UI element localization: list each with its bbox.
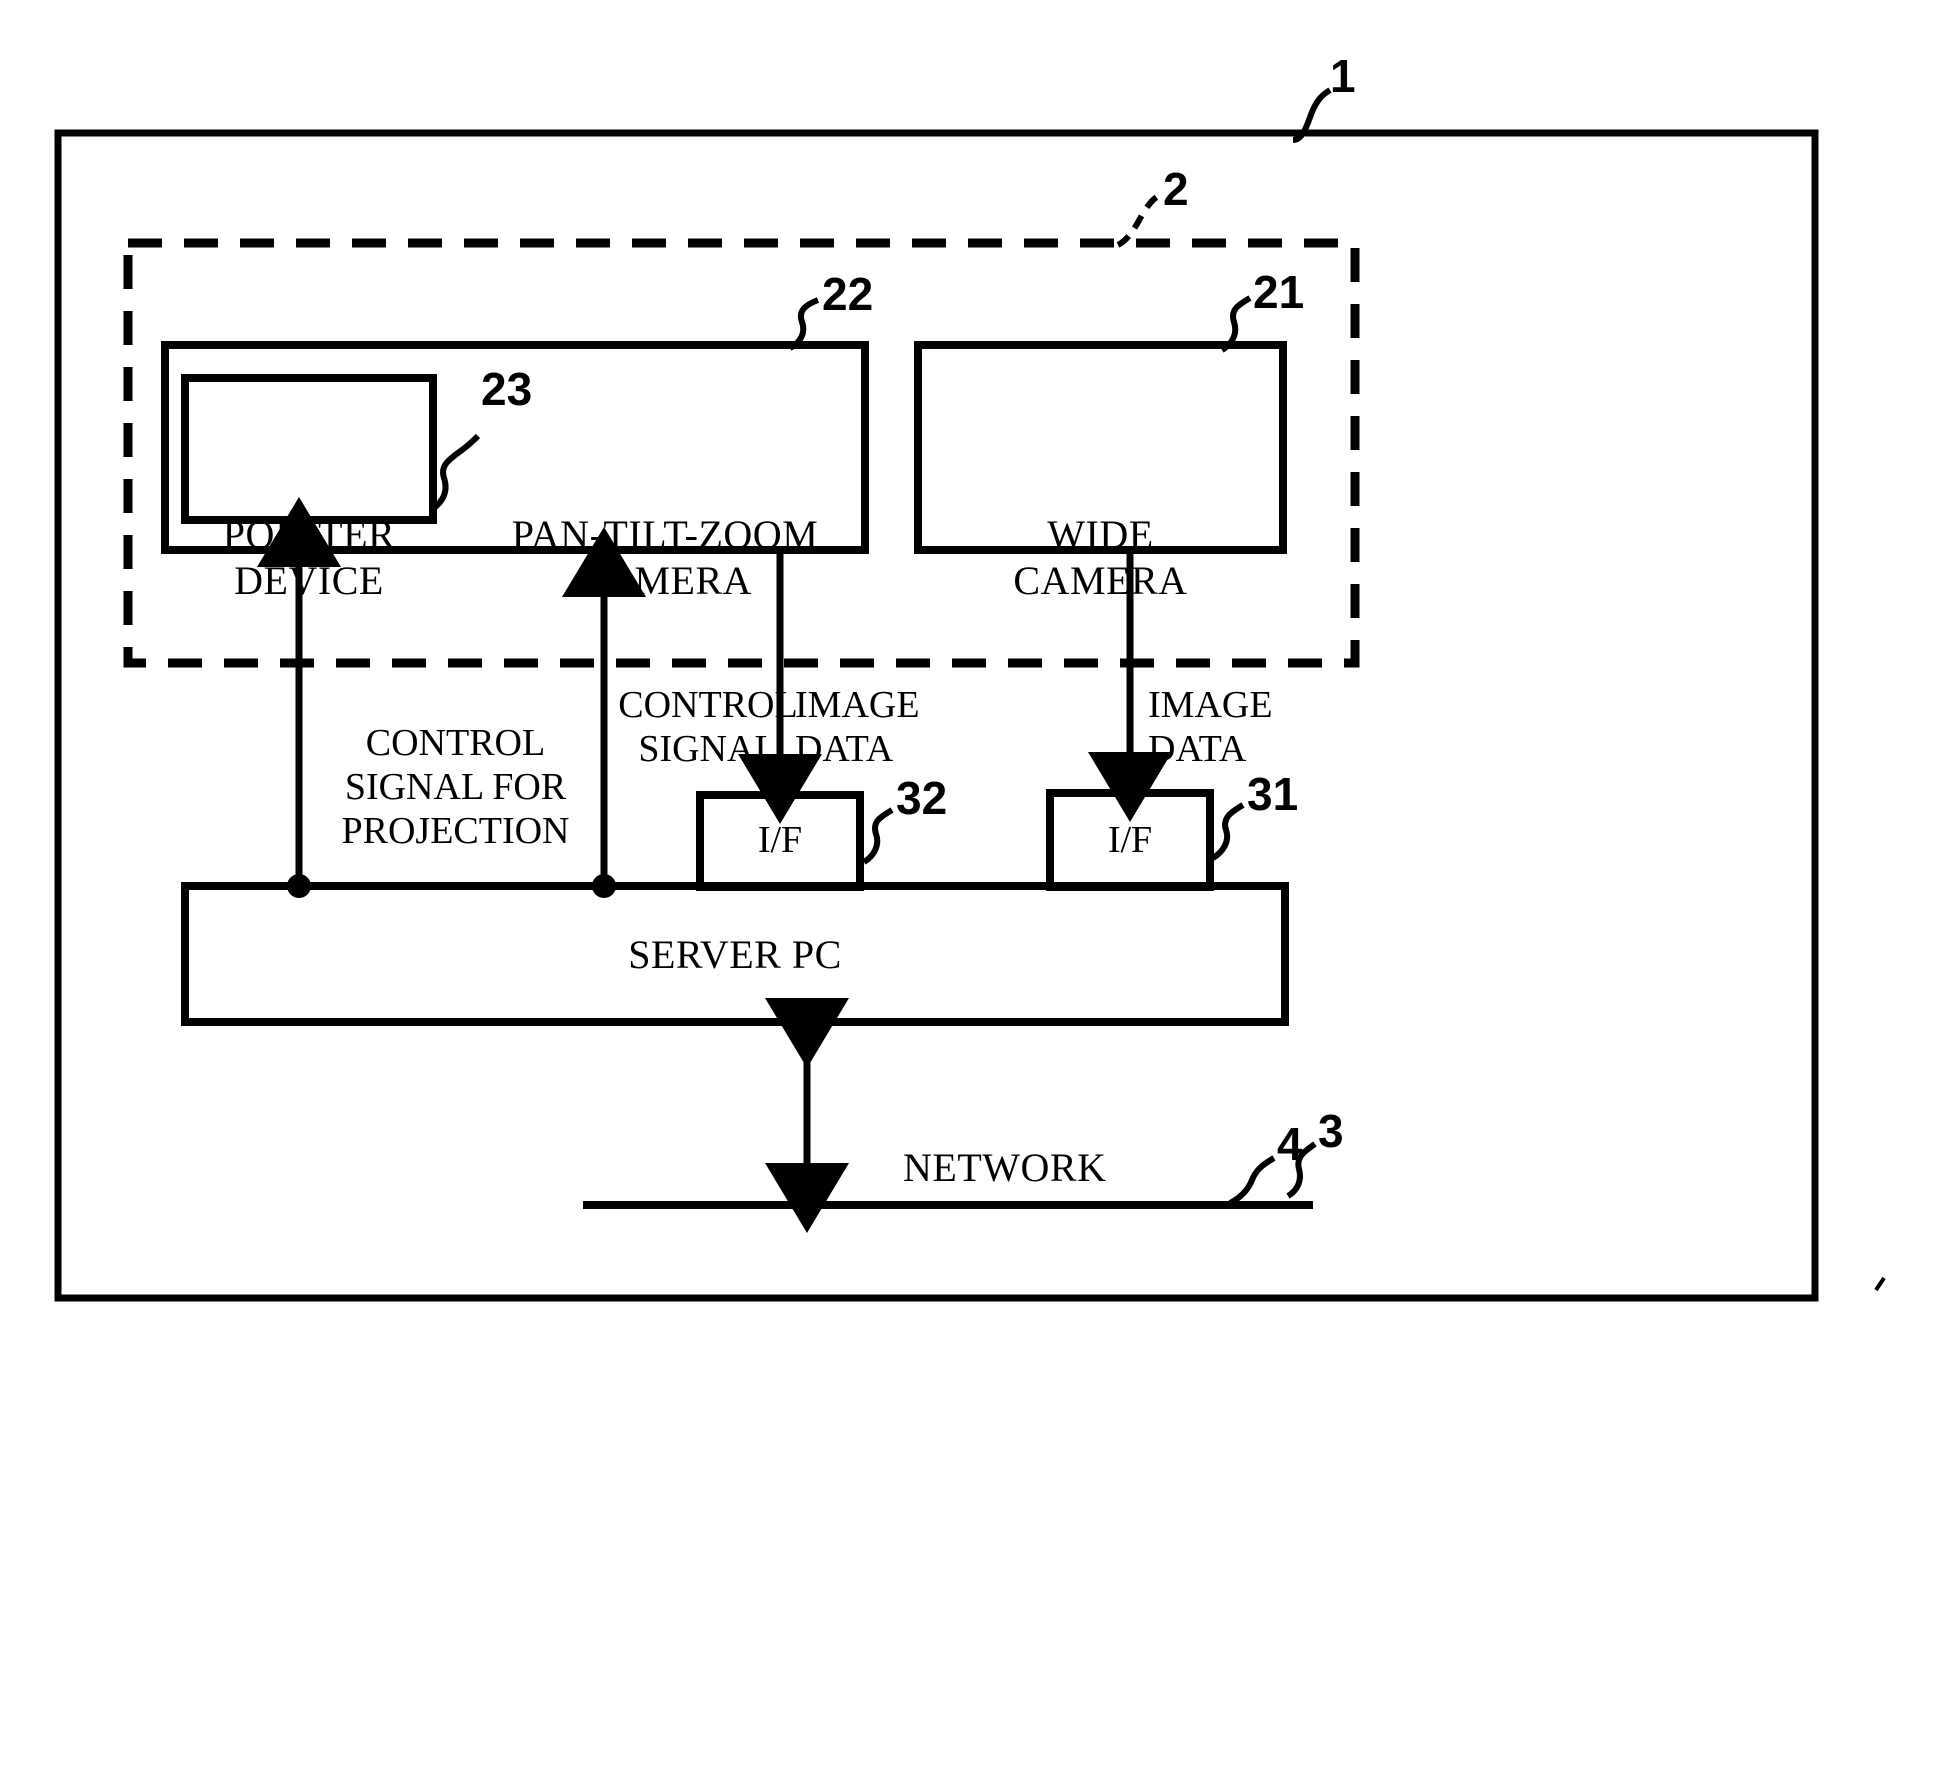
diagram-lines bbox=[54, 87, 1886, 1302]
pointer-device-box bbox=[181, 374, 437, 524]
stray-tick-mark bbox=[1874, 1276, 1886, 1292]
ref-numeral-1: 1 bbox=[1330, 50, 1356, 102]
junction-dot-control bbox=[592, 874, 616, 898]
patent-figure-canvas: PAN-TILT-ZOOM CAMERA POINTER DEVICE WIDE… bbox=[0, 0, 1958, 1765]
ref-numeral-22: 22 bbox=[822, 268, 874, 320]
interface-left-label: I/F bbox=[757, 819, 803, 861]
leader-line-4 bbox=[1228, 1155, 1276, 1206]
ref-numeral-31: 31 bbox=[1247, 768, 1299, 820]
leader-line-22 bbox=[788, 297, 820, 351]
ref-numeral-23: 23 bbox=[481, 363, 533, 415]
image-data-left-label: IMAGE DATA bbox=[795, 684, 920, 771]
network-label: NETWORK bbox=[903, 1145, 1107, 1190]
interface-right-label: I/F bbox=[1107, 819, 1153, 861]
pan-tilt-zoom-camera-label: PAN-TILT-ZOOM CAMERA bbox=[511, 512, 819, 604]
ref-numeral-32: 32 bbox=[896, 772, 948, 824]
leader-line-23 bbox=[432, 433, 481, 511]
wide-camera-label: WIDE CAMERA bbox=[1013, 512, 1188, 604]
image-data-right-label: IMAGE DATA bbox=[1148, 684, 1273, 771]
ref-numeral-2: 2 bbox=[1163, 163, 1189, 215]
junction-dot-projection bbox=[287, 874, 311, 898]
control-signal-for-projection-label: CONTROL SIGNAL FOR PROJECTION bbox=[341, 722, 570, 853]
leader-line-2 bbox=[1116, 193, 1160, 248]
control-signal-label: CONTROL SIGNAL bbox=[618, 684, 798, 771]
leader-line-31 bbox=[1211, 802, 1245, 861]
leader-line-32 bbox=[862, 807, 894, 865]
server-pc-label: SERVER PC bbox=[628, 932, 842, 977]
pointer-device-label: POINTER DEVICE bbox=[222, 512, 396, 604]
ref-numeral-21: 21 bbox=[1253, 266, 1305, 318]
ref-numeral-4: 4 bbox=[1277, 1118, 1303, 1170]
